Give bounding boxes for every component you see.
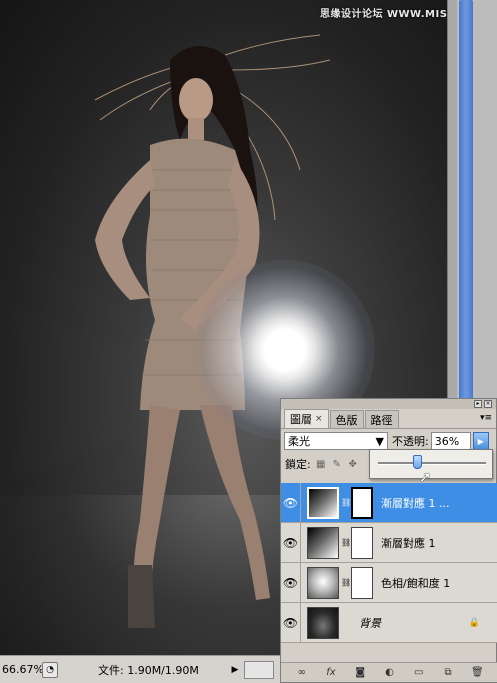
document-info: 文件: 1.90M/1.90M bbox=[98, 663, 199, 677]
layer-row[interactable]: 👁 ⛓ 色相/飽和度 1 bbox=[281, 562, 497, 603]
layer-name: 漸層對應 1 bbox=[381, 536, 436, 550]
lock-position-icon[interactable]: ✥ bbox=[347, 458, 359, 470]
zoom-level[interactable]: 66.67% bbox=[0, 663, 44, 676]
panel-tabs: 圖層 × 色版 路徑 ▾≡ bbox=[281, 409, 496, 429]
panel-menu-icon[interactable]: ▾≡ bbox=[480, 413, 492, 423]
opacity-input[interactable]: 36% bbox=[430, 432, 471, 450]
tab-channels[interactable]: 色版 bbox=[329, 410, 364, 428]
new-layer-icon[interactable]: ⧉ bbox=[440, 666, 456, 680]
tab-paths[interactable]: 路徑 bbox=[364, 410, 399, 428]
adjustment-layer-icon[interactable]: ◐ bbox=[381, 666, 397, 680]
status-bar: 66.67% ◔ 文件: 1.90M/1.90M ▶ bbox=[0, 655, 280, 683]
horizontal-scrollbar[interactable] bbox=[244, 660, 274, 679]
opacity-slider-track[interactable] bbox=[378, 462, 486, 465]
eye-icon[interactable]: 👁 bbox=[281, 562, 301, 603]
panel-bottom-bar: ∞ fx ◙ ◐ ▭ ⧉ 🗑 bbox=[281, 662, 497, 682]
opacity-value: 36% bbox=[434, 434, 460, 448]
layers-list: 👁 ⛓ 漸層對應 1 ... 👁 ⛓ 漸層對應 1 👁 ⛓ 色相/飽和度 1 👁 背景 🔒 bbox=[281, 482, 497, 643]
gradient-map-thumbnail[interactable] bbox=[307, 526, 339, 559]
eye-icon[interactable]: 👁 bbox=[281, 602, 301, 643]
new-group-icon[interactable]: ▭ bbox=[411, 666, 427, 680]
eye-icon[interactable]: 👁 bbox=[281, 522, 301, 563]
hue-saturation-thumbnail[interactable] bbox=[307, 566, 339, 599]
layer-name: 色相/飽和度 1 bbox=[381, 576, 451, 590]
gradient-map-thumbnail[interactable] bbox=[307, 486, 339, 519]
lock-row: 鎖定: ▦ ✎ ✥ ➚ bbox=[281, 449, 496, 486]
opacity-slider-thumb[interactable] bbox=[412, 455, 422, 469]
chevron-down-icon: ▼ bbox=[375, 434, 384, 448]
layer-row[interactable]: 👁 ⛓ 漸層對應 1 ... bbox=[281, 482, 497, 523]
chain-link-icon[interactable]: ⛓ bbox=[341, 578, 351, 587]
tab-layers[interactable]: 圖層 × bbox=[284, 409, 329, 428]
photo-thumbnail[interactable] bbox=[307, 606, 339, 639]
blend-mode-select[interactable]: 柔光 ▼ bbox=[284, 432, 388, 450]
delete-layer-icon[interactable]: 🗑 bbox=[469, 666, 485, 680]
layer-row[interactable]: 👁 ⛓ 漸層對應 1 bbox=[281, 522, 497, 563]
lock-label: 鎖定: bbox=[285, 458, 311, 471]
status-icon[interactable]: ◔ bbox=[42, 661, 58, 678]
blend-mode-value: 柔光 bbox=[288, 435, 310, 448]
tab-label: 圖層 bbox=[290, 413, 312, 426]
layer-mask-thumbnail[interactable] bbox=[351, 526, 373, 559]
layer-row[interactable]: 👁 背景 🔒 bbox=[281, 602, 497, 643]
tab-close-icon[interactable]: × bbox=[315, 414, 323, 424]
layers-panel: ▸ × 圖層 × 色版 路徑 ▾≡ 柔光 ▼ 不透明: 36% ▶ 鎖定: ▦ … bbox=[280, 398, 497, 683]
status-menu-arrow-icon[interactable]: ▶ bbox=[230, 663, 240, 677]
layer-mask-thumbnail[interactable] bbox=[351, 486, 373, 519]
lock-pixels-icon[interactable]: ✎ bbox=[331, 458, 343, 470]
layer-name: 背景 bbox=[359, 616, 381, 630]
link-layers-icon[interactable]: ∞ bbox=[294, 666, 310, 680]
layer-name: 漸層對應 1 ... bbox=[381, 496, 450, 510]
tab-label: 色版 bbox=[335, 413, 358, 427]
vertical-scrollbar[interactable] bbox=[459, 0, 473, 400]
opacity-slider-popup: ➚ bbox=[369, 449, 493, 486]
tab-label: 路徑 bbox=[370, 413, 393, 427]
eye-icon[interactable]: 👁 bbox=[281, 482, 301, 523]
close-icon[interactable]: × bbox=[484, 400, 492, 408]
layer-mask-thumbnail[interactable] bbox=[351, 566, 373, 599]
lock-transparent-icon[interactable]: ▦ bbox=[315, 458, 327, 470]
collapse-icon[interactable]: ▸ bbox=[474, 400, 482, 408]
panel-titlebar: ▸ × bbox=[281, 399, 496, 409]
chain-link-icon[interactable]: ⛓ bbox=[341, 498, 351, 507]
lock-icon: 🔒 bbox=[468, 617, 480, 628]
chain-link-icon[interactable]: ⛓ bbox=[341, 538, 351, 547]
opacity-slider-toggle-icon[interactable]: ▶ bbox=[472, 432, 489, 450]
add-mask-icon[interactable]: ◙ bbox=[352, 666, 368, 680]
fx-icon[interactable]: fx bbox=[323, 666, 339, 680]
opacity-label: 不透明: bbox=[392, 435, 429, 448]
